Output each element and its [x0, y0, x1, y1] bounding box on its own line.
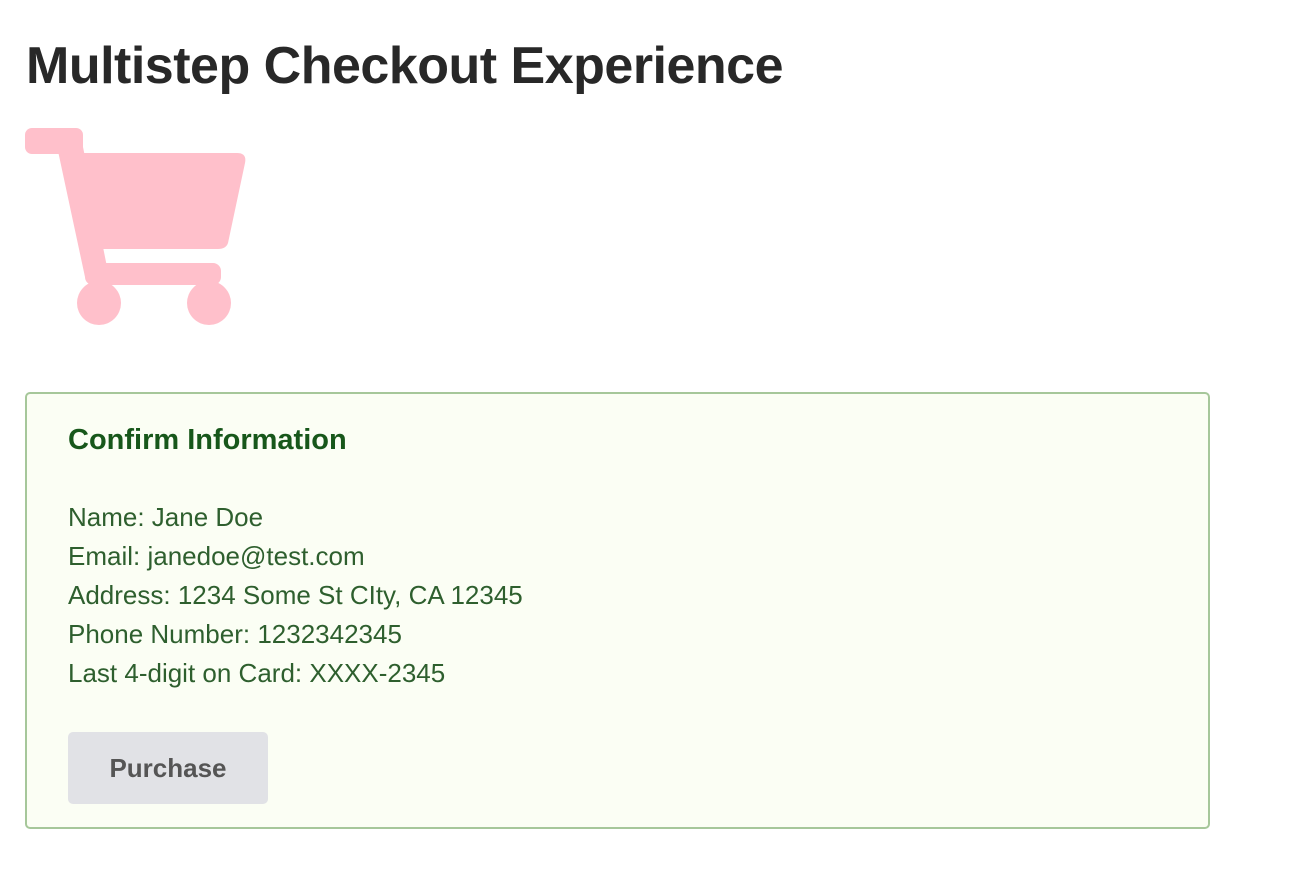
confirm-information-panel: Confirm Information Name: Jane Doe Email… [25, 392, 1210, 829]
card-line: Last 4-digit on Card: XXXX-2345 [68, 658, 446, 688]
address-line: Address: 1234 Some St CIty, CA 12345 [68, 580, 523, 610]
panel-title: Confirm Information [68, 424, 347, 456]
confirm-details-list: Name: Jane Doe Email: janedoe@test.com A… [68, 498, 523, 693]
email-line: Email: janedoe@test.com [68, 541, 365, 571]
name-line: Name: Jane Doe [68, 502, 264, 532]
phone-line: Phone Number: 1232342345 [68, 619, 402, 649]
shopping-cart-icon [25, 127, 247, 325]
page-title: Multistep Checkout Experience [26, 37, 784, 95]
purchase-button[interactable]: Purchase [68, 732, 268, 804]
